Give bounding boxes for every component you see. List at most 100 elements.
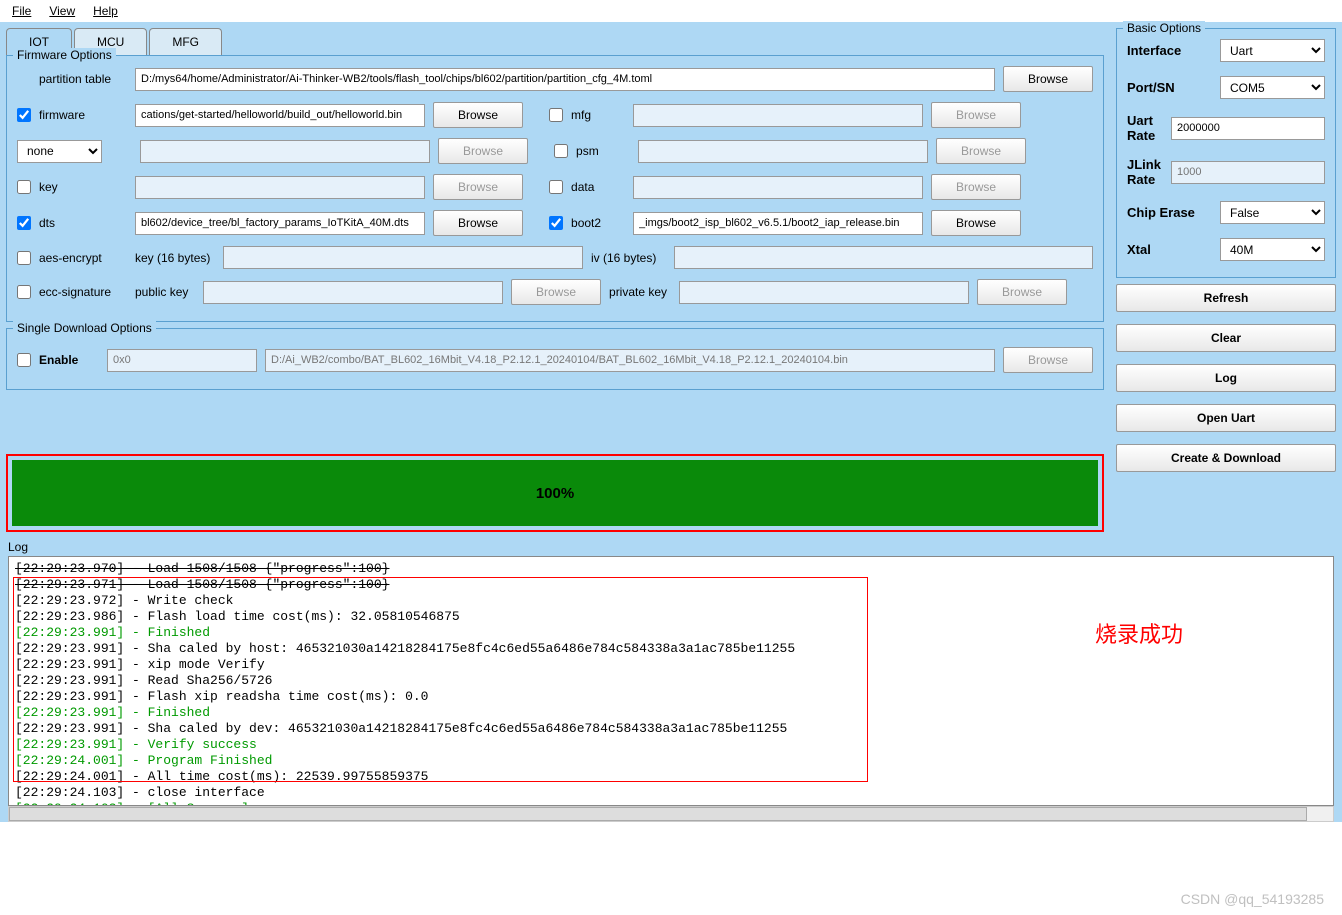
dts-browse-button[interactable]: Browse xyxy=(433,210,523,236)
data-input[interactable] xyxy=(633,176,923,199)
chip-erase-select[interactable]: False xyxy=(1220,201,1325,224)
firmware-browse-button[interactable]: Browse xyxy=(433,102,523,128)
mfg-browse-button[interactable]: Browse xyxy=(931,102,1021,128)
key-browse-button[interactable]: Browse xyxy=(433,174,523,200)
single-browse-button[interactable]: Browse xyxy=(1003,347,1093,373)
psm-input[interactable] xyxy=(638,140,928,163)
pubkey-label: public key xyxy=(135,285,195,299)
clear-button[interactable]: Clear xyxy=(1116,324,1336,352)
log-line: [22:29:23.991] - Verify success xyxy=(15,737,1327,753)
partition-table-label: partition table xyxy=(39,72,127,86)
none-input[interactable] xyxy=(140,140,430,163)
aes-checkbox[interactable] xyxy=(17,251,31,265)
iv16-label: iv (16 bytes) xyxy=(591,251,666,265)
basic-options-title: Basic Options xyxy=(1123,21,1205,35)
key16-input[interactable] xyxy=(223,246,583,269)
privkey-input[interactable] xyxy=(679,281,969,304)
annotation-text: 烧录成功 xyxy=(1095,627,1183,643)
portsn-select[interactable]: COM5 xyxy=(1220,76,1325,99)
aes-label: aes-encrypt xyxy=(39,251,127,265)
iv16-input[interactable] xyxy=(674,246,1093,269)
log-section: Log 烧录成功 [22:29:23.970] - Load 1508/1508… xyxy=(0,538,1342,822)
uart-rate-input[interactable] xyxy=(1171,117,1325,140)
xtal-select[interactable]: 40M xyxy=(1220,238,1325,261)
mfg-label: mfg xyxy=(571,108,625,122)
firmware-checkbox[interactable] xyxy=(17,108,31,122)
none-select[interactable]: none xyxy=(17,140,102,163)
basic-options-group: Basic Options Interface Uart Port/SN COM… xyxy=(1116,28,1336,278)
boot2-label: boot2 xyxy=(571,216,625,230)
ecc-label: ecc-signature xyxy=(39,285,127,299)
mfg-checkbox[interactable] xyxy=(549,108,563,122)
boot2-checkbox[interactable] xyxy=(549,216,563,230)
pubkey-input[interactable] xyxy=(203,281,503,304)
psm-browse-button[interactable]: Browse xyxy=(936,138,1026,164)
log-box[interactable]: 烧录成功 [22:29:23.970] - Load 1508/1508 {"p… xyxy=(8,556,1334,806)
log-line: [22:29:23.991] - xip mode Verify xyxy=(15,657,1327,673)
chip-erase-label: Chip Erase xyxy=(1127,205,1212,220)
log-title: Log xyxy=(8,540,1334,554)
data-browse-button[interactable]: Browse xyxy=(931,174,1021,200)
log-line: [22:29:24.103] - close interface xyxy=(15,785,1327,801)
dts-input[interactable] xyxy=(135,212,425,235)
create-download-button[interactable]: Create & Download xyxy=(1116,444,1336,472)
key16-label: key (16 bytes) xyxy=(135,251,215,265)
portsn-label: Port/SN xyxy=(1127,80,1212,95)
uart-rate-label: Uart Rate xyxy=(1127,113,1163,143)
log-line: [22:29:23.991] - Flash xip readsha time … xyxy=(15,689,1327,705)
single-download-group: Single Download Options Enable Browse xyxy=(6,328,1104,390)
boot2-browse-button[interactable]: Browse xyxy=(931,210,1021,236)
key-checkbox[interactable] xyxy=(17,180,31,194)
firmware-input[interactable] xyxy=(135,104,425,127)
data-label: data xyxy=(571,180,625,194)
enable-checkbox[interactable] xyxy=(17,353,31,367)
interface-label: Interface xyxy=(1127,43,1212,58)
privkey-label: private key xyxy=(609,285,671,299)
interface-select[interactable]: Uart xyxy=(1220,39,1325,62)
partition-table-browse-button[interactable]: Browse xyxy=(1003,66,1093,92)
psm-label: psm xyxy=(576,144,630,158)
privkey-browse-button[interactable]: Browse xyxy=(977,279,1067,305)
tab-mfg[interactable]: MFG xyxy=(149,28,222,56)
menubar: File View Help xyxy=(0,0,1342,22)
psm-checkbox[interactable] xyxy=(554,144,568,158)
log-line: [22:29:23.972] - Write check xyxy=(15,593,1327,609)
log-line: [22:29:23.991] - Read Sha256/5726 xyxy=(15,673,1327,689)
none-browse-button[interactable]: Browse xyxy=(438,138,528,164)
log-line: [22:29:23.991] - Finished xyxy=(15,705,1327,721)
log-line: [22:29:23.991] - Sha caled by dev: 46532… xyxy=(15,721,1327,737)
log-scrollbar[interactable] xyxy=(8,806,1334,822)
log-line: [22:29:23.970] - Load 1508/1508 {"progre… xyxy=(15,561,1327,577)
log-button[interactable]: Log xyxy=(1116,364,1336,392)
progress-bar: 100% xyxy=(12,460,1098,526)
jlink-rate-label: JLink Rate xyxy=(1127,157,1163,187)
refresh-button[interactable]: Refresh xyxy=(1116,284,1336,312)
watermark: CSDN @qq_54193285 xyxy=(1181,891,1324,907)
key-label: key xyxy=(39,180,127,194)
enable-label: Enable xyxy=(39,353,99,367)
open-uart-button[interactable]: Open Uart xyxy=(1116,404,1336,432)
log-line: [22:29:24.001] - Program Finished xyxy=(15,753,1327,769)
dts-label: dts xyxy=(39,216,127,230)
single-path-input[interactable] xyxy=(265,349,995,372)
addr-input[interactable] xyxy=(107,349,257,372)
key-input[interactable] xyxy=(135,176,425,199)
jlink-rate-input[interactable] xyxy=(1171,161,1325,184)
log-line: [22:29:24.001] - All time cost(ms): 2253… xyxy=(15,769,1327,785)
data-checkbox[interactable] xyxy=(549,180,563,194)
menu-file[interactable]: File xyxy=(12,4,31,18)
xtal-label: Xtal xyxy=(1127,242,1212,257)
dts-checkbox[interactable] xyxy=(17,216,31,230)
partition-table-input[interactable] xyxy=(135,68,995,91)
firmware-label: firmware xyxy=(39,108,127,122)
progress-container: 100% xyxy=(6,454,1104,532)
tabs: IOT MCU MFG xyxy=(6,28,1104,56)
menu-help[interactable]: Help xyxy=(93,4,118,18)
menu-view[interactable]: View xyxy=(49,4,75,18)
pubkey-browse-button[interactable]: Browse xyxy=(511,279,601,305)
mfg-input[interactable] xyxy=(633,104,923,127)
ecc-checkbox[interactable] xyxy=(17,285,31,299)
log-line: [22:29:23.971] - Load 1508/1508 {"progre… xyxy=(15,577,1327,593)
single-download-title: Single Download Options xyxy=(13,321,156,335)
boot2-input[interactable] xyxy=(633,212,923,235)
